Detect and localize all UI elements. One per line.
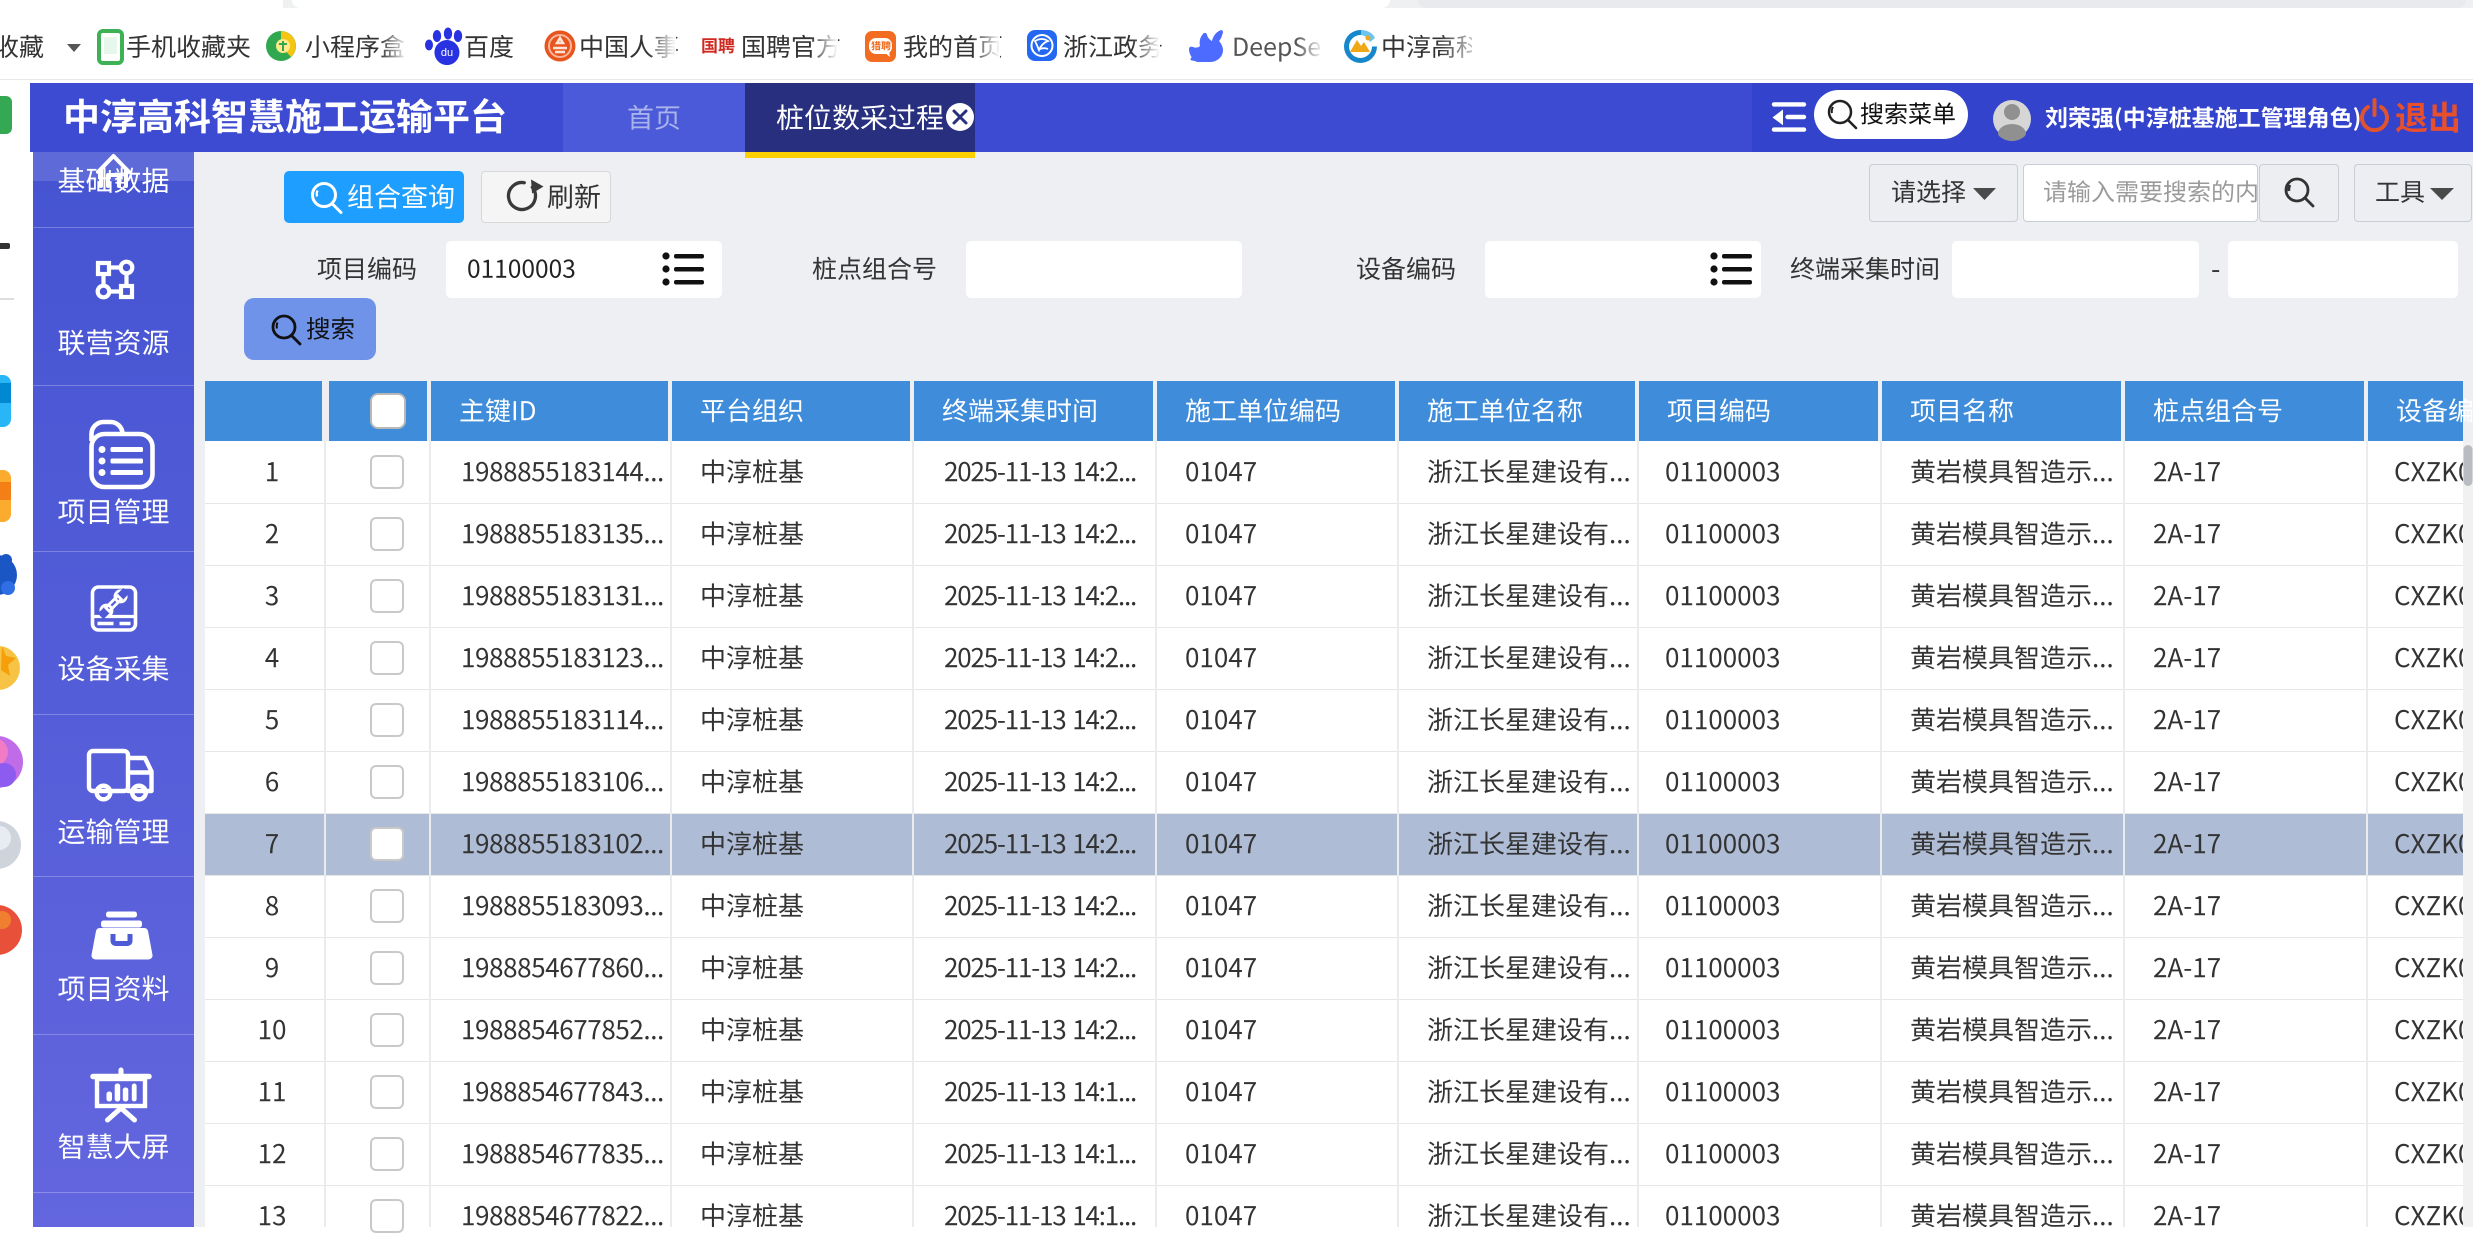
svg-text:du: du [441, 47, 453, 59]
